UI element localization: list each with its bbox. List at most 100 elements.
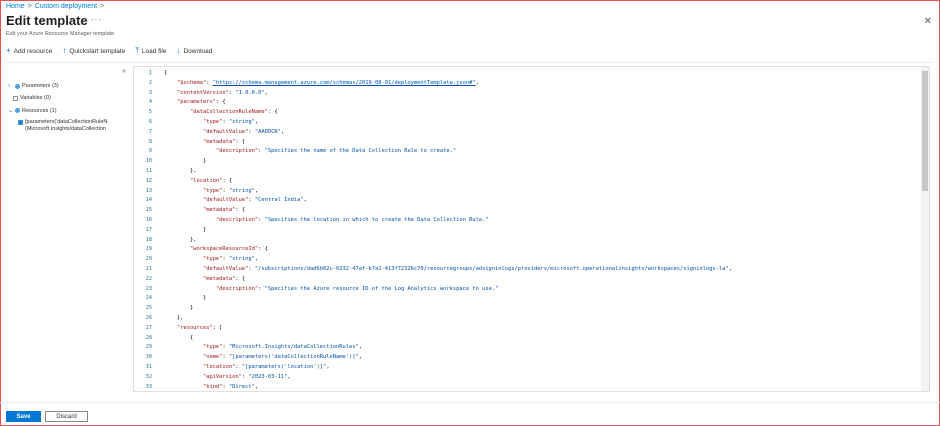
breadcrumb-separator: >: [100, 3, 105, 10]
line-number: 13: [145, 187, 152, 194]
chevron-right-icon: ›: [8, 83, 10, 89]
load-file-icon: ⤒: [135, 46, 139, 55]
code-line: "description": "Specifies the location i…: [215, 217, 489, 223]
resource-label-line1: [parameters('dataCollectionRuleN: [25, 119, 108, 125]
variables-icon: [13, 95, 18, 101]
more-options-button[interactable]: ···: [91, 15, 102, 24]
line-number: 6: [148, 119, 152, 125]
line-number: 9: [148, 148, 152, 155]
download-icon: ↓: [176, 46, 181, 55]
code-line: },: [164, 236, 197, 243]
footer-divider: [0, 402, 940, 403]
line-number: 23: [145, 285, 152, 292]
line-number: 16: [145, 217, 152, 223]
plus-icon: +: [6, 46, 11, 55]
code-line: "dataCollectionRuleName": {: [189, 109, 278, 116]
code-line: "defaultValue": "Central India",: [202, 197, 307, 204]
code-line: "type": "string",: [202, 256, 259, 263]
line-number: 5: [148, 109, 152, 116]
code-line: "metadata": {: [202, 275, 246, 282]
editor-scrollbar-thumb[interactable]: [922, 71, 928, 191]
breadcrumb-custom-deployment[interactable]: Custom deployment: [35, 3, 97, 10]
tree-item-resources[interactable]: ⌄ Resources (1): [8, 107, 57, 115]
line-number: 1: [148, 70, 152, 76]
tree-label-resources: Resources (1): [22, 107, 57, 114]
code-line: }: [164, 226, 207, 233]
toolbar: + Add resource ↑ Quickstart template ⤒ L…: [6, 47, 212, 55]
line-number: 7: [148, 128, 152, 135]
code-line: "location": "[parameters('location')]",: [202, 364, 330, 370]
close-icon[interactable]: ✕: [924, 16, 932, 27]
line-number-gutter: 1 2 3 4 5 6 7 8 9 10 11 12 13 14 15 16 17 18 19 20 21 22 23 24 2…: [134, 67, 156, 391]
line-number: 3: [148, 89, 152, 96]
code-line: "type": "string",: [202, 187, 259, 194]
collapse-sidebar-button[interactable]: «: [122, 68, 126, 75]
line-number: 17: [145, 226, 152, 233]
code-line: "type": "string",: [202, 119, 259, 125]
resource-label-line2: (Microsoft.Insights/dataCollection: [25, 126, 107, 132]
code-line: "metadata": {: [202, 207, 246, 214]
parameters-icon: [15, 83, 20, 89]
line-number: 31: [145, 364, 152, 370]
quickstart-template-label: Quickstart template: [69, 47, 126, 55]
line-number: 20: [145, 256, 152, 263]
line-number: 14: [145, 197, 152, 204]
breadcrumb: Home > Custom deployment >: [6, 3, 107, 10]
line-number: 33: [145, 383, 152, 390]
toolbar-divider: [6, 62, 933, 63]
line-number: 30: [145, 354, 152, 361]
discard-button[interactable]: Discard: [45, 411, 88, 422]
line-number: 24: [145, 295, 152, 302]
code-line: }: [164, 305, 194, 312]
code-line: "workspaceResourceId": {: [189, 246, 268, 253]
code-line: "metadata": {: [202, 138, 246, 145]
code-line: }: [164, 158, 207, 165]
line-number: 29: [145, 344, 152, 351]
code-line: "defaultValue": "/subscriptions/dad6b62c…: [202, 266, 732, 272]
quickstart-template-button[interactable]: ↑ Quickstart template: [62, 47, 125, 55]
tree-label-parameters: Parameters (3): [22, 83, 59, 89]
line-number: 11: [145, 168, 152, 174]
data-collection-rule-icon: [18, 120, 23, 125]
line-number: 19: [145, 246, 152, 253]
resource-label: [parameters('dataCollectionRuleN (Micros…: [25, 119, 107, 133]
breadcrumb-home[interactable]: Home: [6, 3, 25, 10]
line-number: 21: [145, 266, 152, 272]
code-line: "name": "[parameters('dataCollectionRule…: [202, 354, 363, 361]
code-line: "kind": "Direct",: [202, 383, 259, 390]
tree-label-variables: Variables (0): [20, 95, 51, 101]
code-line: {: [164, 334, 194, 341]
line-number: 27: [145, 324, 152, 331]
template-outline: « › Parameters (3) Variables (0) ⌄ Resou…: [6, 66, 130, 391]
line-number: 8: [148, 138, 152, 145]
upload-arrow-icon: ↑: [62, 46, 67, 55]
page-subtitle: Edit your Azure Resource Manager templat…: [6, 31, 115, 37]
code-line: "description": "Specifies the Azure reso…: [215, 285, 499, 292]
code-line: "$schema": "https://schema.management.az…: [176, 79, 479, 86]
code-line: "defaultValue": "AADDCR",: [202, 128, 285, 135]
code-line: "location": {: [189, 177, 233, 184]
line-number: 32: [145, 373, 152, 380]
load-file-button[interactable]: ⤒ Load file: [135, 47, 166, 55]
editor-scrollbar[interactable]: [921, 67, 929, 391]
tree-item-variables[interactable]: Variables (0): [13, 95, 51, 101]
add-resource-button[interactable]: + Add resource: [6, 47, 52, 55]
code-line: "apiVersion": "2023-03-11",: [202, 373, 291, 380]
line-number: 18: [145, 236, 152, 243]
code-editor[interactable]: 1 2 3 4 5 6 7 8 9 10 11 12 13 14 15 16 17 18 19 20 21 22 23 24 2…: [133, 66, 930, 392]
download-button[interactable]: ↓ Download: [176, 47, 212, 55]
resources-icon: [15, 108, 20, 113]
code-line: "parameters": {: [176, 99, 226, 106]
line-number: 26: [145, 315, 152, 321]
code-line: "type": "Microsoft.Insights/dataCollecti…: [202, 344, 363, 351]
tree-item-parameters[interactable]: › Parameters (3): [8, 83, 59, 89]
line-number: 12: [145, 177, 152, 184]
code-line: "resources": [: [176, 324, 223, 331]
chevron-down-icon: ⌄: [8, 108, 14, 114]
breadcrumb-separator: >: [27, 3, 32, 10]
tree-item-data-collection-rule[interactable]: [parameters('dataCollectionRuleN (Micros…: [18, 119, 107, 133]
save-button[interactable]: Save: [6, 411, 41, 422]
line-number: 10: [145, 158, 152, 165]
line-number: 2: [148, 79, 152, 86]
code-line: "contentVersion": "1.0.0.0",: [176, 89, 268, 96]
